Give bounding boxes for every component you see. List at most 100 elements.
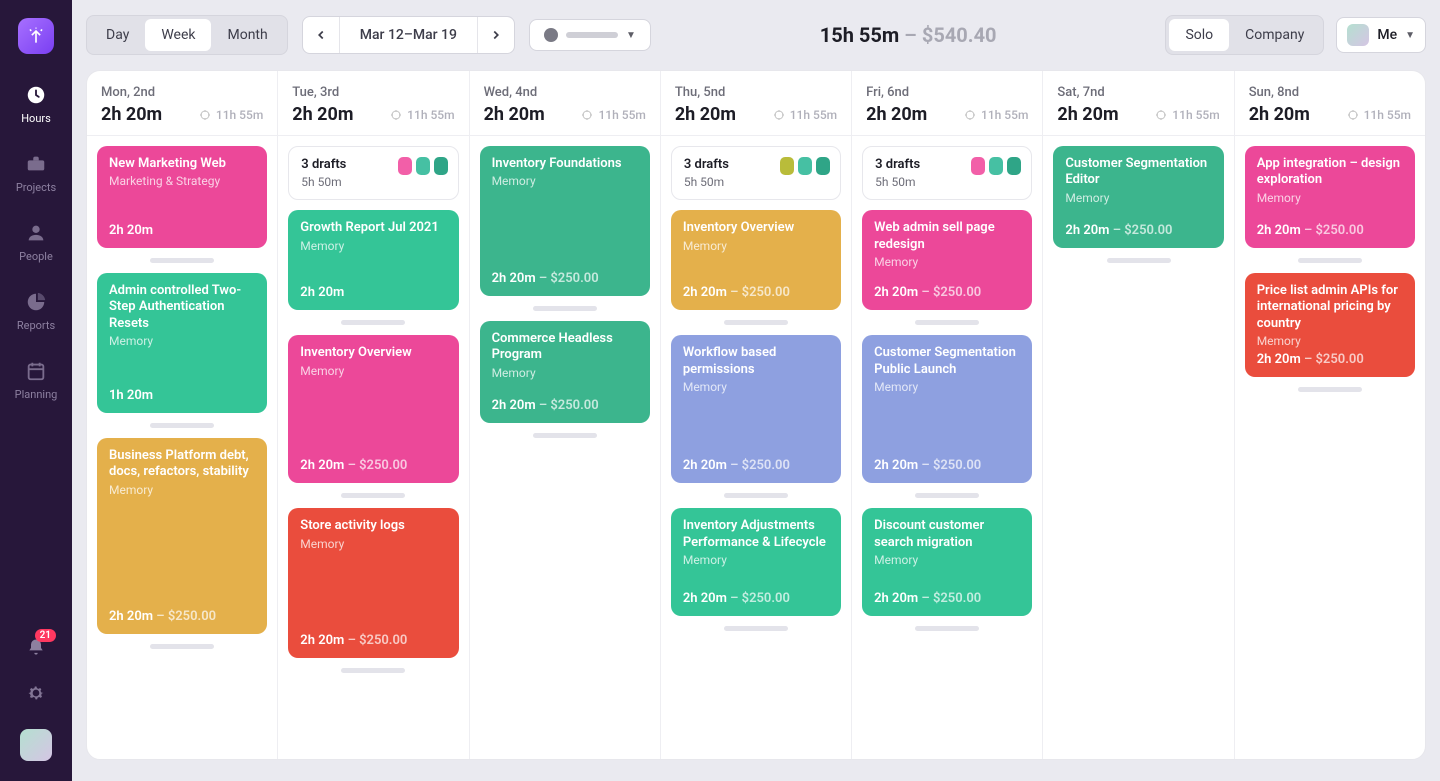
time-card[interactable]: Price list admin APIs for international … xyxy=(1245,273,1415,377)
day-total: 2h 20m xyxy=(292,104,353,125)
chevron-left-icon xyxy=(314,28,328,42)
chevron-right-icon xyxy=(489,28,503,42)
calendar-icon xyxy=(25,360,47,382)
scope-group: Solo Company xyxy=(1165,15,1324,55)
nav-hours[interactable]: Hours xyxy=(0,84,72,125)
drafts-card[interactable]: 3 drafts 5h 50m xyxy=(671,146,841,200)
pie-icon xyxy=(25,291,47,313)
scope-solo-button[interactable]: Solo xyxy=(1169,19,1229,51)
time-card[interactable]: New Marketing Web Marketing & Strategy 2… xyxy=(97,146,267,248)
day-total: 2h 20m xyxy=(101,104,162,125)
settings-button[interactable] xyxy=(26,683,46,707)
globe-icon xyxy=(544,28,558,42)
drag-handle[interactable] xyxy=(724,320,788,325)
day-name: Tue, 3rd xyxy=(292,85,454,100)
time-card[interactable]: Discount customer search migration Memor… xyxy=(862,508,1032,616)
time-card[interactable]: Commerce Headless Program Memory 2h 20m … xyxy=(480,321,650,423)
notifications-button[interactable]: 21 xyxy=(26,637,46,661)
time-card[interactable]: Inventory Foundations Memory 2h 20m – $2… xyxy=(480,146,650,296)
user-label: Me xyxy=(1377,27,1397,43)
caret-down-icon: ▼ xyxy=(1405,30,1415,41)
nav-label: Projects xyxy=(16,181,56,194)
day-aux: 11h 55m xyxy=(981,108,1028,122)
total-amount: $540.40 xyxy=(922,23,997,47)
target-icon xyxy=(1155,109,1167,121)
drag-handle[interactable] xyxy=(1298,258,1362,263)
time-card[interactable]: Inventory Adjustments Performance & Life… xyxy=(671,508,841,616)
time-card[interactable]: Business Platform debt, docs, refactors,… xyxy=(97,438,267,634)
day-name: Fri, 6nd xyxy=(866,85,1028,100)
drafts-card[interactable]: 3 drafts 5h 50m xyxy=(862,146,1032,200)
time-card[interactable]: Web admin sell page redesign Memory 2h 2… xyxy=(862,210,1032,310)
drag-handle[interactable] xyxy=(724,493,788,498)
time-card[interactable]: Admin controlled Two-Step Authentication… xyxy=(97,273,267,413)
target-icon xyxy=(964,109,976,121)
drag-handle[interactable] xyxy=(915,493,979,498)
target-icon xyxy=(773,109,785,121)
drag-handle[interactable] xyxy=(915,320,979,325)
time-card[interactable]: Inventory Overview Memory 2h 20m – $250.… xyxy=(671,210,841,310)
notification-badge: 21 xyxy=(35,629,56,642)
view-week-button[interactable]: Week xyxy=(145,19,211,51)
nav-label: Hours xyxy=(21,112,51,125)
period-prev-button[interactable] xyxy=(303,17,339,53)
day-name: Sat, 7nd xyxy=(1057,85,1219,100)
day-aux: 11h 55m xyxy=(1364,108,1411,122)
drag-handle[interactable] xyxy=(533,433,597,438)
view-day-button[interactable]: Day xyxy=(90,19,145,51)
day-aux: 11h 55m xyxy=(216,108,263,122)
period-label[interactable]: Mar 12–Mar 19 xyxy=(339,17,478,53)
drag-handle[interactable] xyxy=(1298,387,1362,392)
day-column-mon: Mon, 2nd 2h 20m 11h 55m New Marketing We… xyxy=(87,71,278,759)
nav-label: People xyxy=(19,250,53,263)
drag-handle[interactable] xyxy=(341,320,405,325)
draft-chips xyxy=(971,157,1021,175)
drag-handle[interactable] xyxy=(341,668,405,673)
time-card[interactable]: Workflow based permissions Memory 2h 20m… xyxy=(671,335,841,483)
drafts-card[interactable]: 3 drafts 5h 50m xyxy=(288,146,458,200)
dash: – xyxy=(904,23,917,47)
time-card[interactable]: Inventory Overview Memory 2h 20m – $250.… xyxy=(288,335,458,483)
topbar: Day Week Month Mar 12–Mar 19 ▼ 15h 55m –… xyxy=(72,0,1440,70)
user-dropdown[interactable]: Me ▼ xyxy=(1336,17,1426,53)
caret-down-icon: ▼ xyxy=(626,30,636,41)
day-name: Thu, 5nd xyxy=(675,85,837,100)
nav-planning[interactable]: Planning xyxy=(0,360,72,401)
drag-handle[interactable] xyxy=(1107,258,1171,263)
draft-chips xyxy=(780,157,830,175)
drag-handle[interactable] xyxy=(150,644,214,649)
view-month-button[interactable]: Month xyxy=(211,19,283,51)
drag-handle[interactable] xyxy=(533,306,597,311)
target-icon xyxy=(581,109,593,121)
drag-handle[interactable] xyxy=(150,423,214,428)
day-column-fri: Fri, 6nd 2h 20m 11h 55m 3 drafts 5h 50m … xyxy=(852,71,1043,759)
time-card[interactable]: Growth Report Jul 2021 Memory 2h 20m xyxy=(288,210,458,310)
nav-people[interactable]: People xyxy=(0,222,72,263)
period-picker: Mar 12–Mar 19 xyxy=(302,16,515,54)
week-board: Mon, 2nd 2h 20m 11h 55m New Marketing We… xyxy=(86,70,1426,760)
period-next-button[interactable] xyxy=(478,17,514,53)
drag-handle[interactable] xyxy=(724,626,788,631)
time-card[interactable]: App integration – design exploration Mem… xyxy=(1245,146,1415,248)
time-card[interactable]: Store activity logs Memory 2h 20m – $250… xyxy=(288,508,458,658)
day-aux: 11h 55m xyxy=(598,108,645,122)
nav-label: Planning xyxy=(15,388,58,401)
scope-company-button[interactable]: Company xyxy=(1229,19,1320,51)
day-aux: 11h 55m xyxy=(407,108,454,122)
sidebar-avatar[interactable] xyxy=(20,729,52,761)
day-column-wed: Wed, 4nd 2h 20m 11h 55m Inventory Founda… xyxy=(470,71,661,759)
day-total: 2h 20m xyxy=(866,104,927,125)
drag-handle[interactable] xyxy=(150,258,214,263)
drag-handle[interactable] xyxy=(341,493,405,498)
time-card[interactable]: Customer Segmentation Editor Memory 2h 2… xyxy=(1053,146,1223,248)
day-name: Sun, 8nd xyxy=(1249,85,1411,100)
draft-chips xyxy=(398,157,448,175)
nav-projects[interactable]: Projects xyxy=(0,153,72,194)
avatar-icon xyxy=(1347,24,1369,46)
project-filter-dropdown[interactable]: ▼ xyxy=(529,19,651,51)
clock-icon xyxy=(25,84,47,106)
time-card[interactable]: Customer Segmentation Public Launch Memo… xyxy=(862,335,1032,483)
drag-handle[interactable] xyxy=(915,626,979,631)
nav-reports[interactable]: Reports xyxy=(0,291,72,332)
day-name: Wed, 4nd xyxy=(484,85,646,100)
